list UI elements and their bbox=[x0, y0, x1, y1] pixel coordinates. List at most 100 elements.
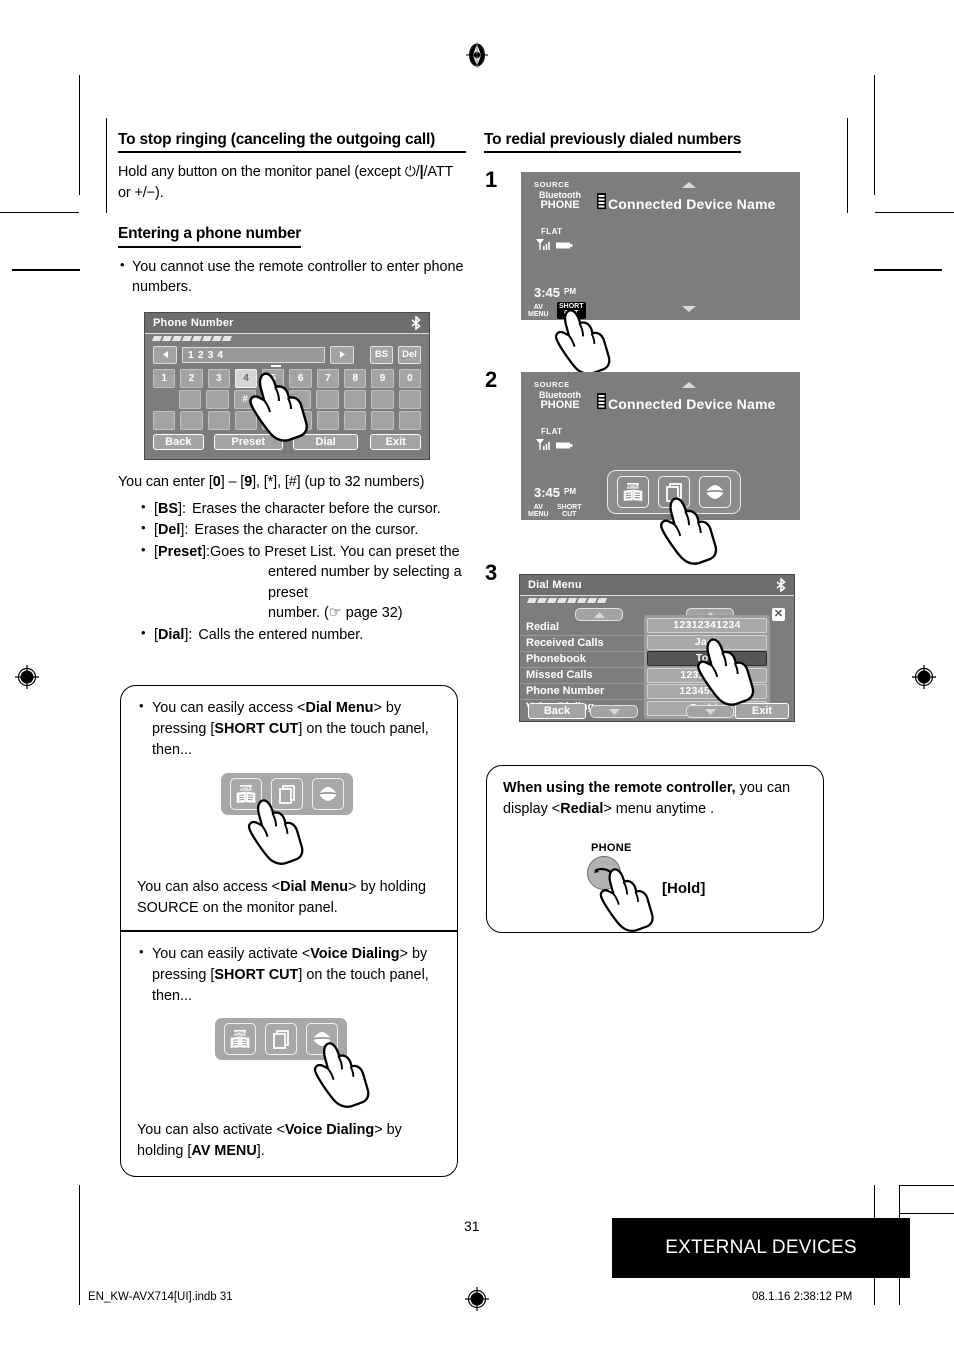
screen-header: Dial Menu bbox=[520, 575, 794, 596]
print-timestamp-meta: 08.1.16 2:38:12 PM bbox=[752, 1291, 853, 1303]
av-menu-button[interactable]: AV MENU bbox=[528, 304, 549, 319]
key-blank[interactable] bbox=[398, 410, 421, 430]
phone-number-screen: Phone Number 1 2 3 4 BS Del 1 2 3 4 5 6 … bbox=[144, 311, 430, 460]
clock-ampm: PM bbox=[564, 487, 577, 496]
note-box-divider bbox=[121, 930, 457, 932]
shortcut-bar-voice-wrapper: MENU bbox=[215, 1018, 370, 1109]
key-hash[interactable]: # bbox=[233, 389, 257, 409]
menu-book-icon[interactable]: MENU bbox=[224, 1023, 256, 1056]
close-icon[interactable]: ✕ bbox=[772, 608, 785, 621]
key-9[interactable]: 9 bbox=[371, 368, 394, 388]
lips-voice-icon[interactable] bbox=[699, 476, 731, 508]
av-menu-button[interactable]: AV MENU bbox=[528, 504, 549, 519]
lips-voice-icon[interactable] bbox=[306, 1023, 338, 1056]
exit-button[interactable]: Exit bbox=[735, 703, 789, 719]
stop-ringing-body: Hold any button on the monitor panel (ex… bbox=[118, 163, 453, 201]
source-name: Bluetooth PHONE bbox=[530, 191, 590, 212]
key-0[interactable]: 0 bbox=[398, 368, 421, 388]
def-desc-cont1: entered number by selecting a preset bbox=[268, 564, 462, 601]
remote-phone-button-group: PHONE bbox=[587, 842, 632, 890]
key-blank[interactable] bbox=[153, 410, 176, 430]
svg-text:MENU: MENU bbox=[234, 1031, 247, 1036]
screen-title: Dial Menu bbox=[528, 579, 582, 591]
copy-pages-icon[interactable] bbox=[658, 476, 690, 508]
key-7[interactable]: 7 bbox=[316, 368, 340, 388]
chapter-banner: EXTERNAL DEVICES bbox=[612, 1218, 910, 1278]
key-blank[interactable] bbox=[371, 389, 394, 409]
lips-voice-icon[interactable] bbox=[312, 777, 344, 810]
menu-scroll-down-button[interactable] bbox=[590, 705, 638, 718]
source-label: SOURCE bbox=[534, 380, 570, 389]
key-4[interactable]: 4 bbox=[234, 368, 258, 388]
key-blank[interactable] bbox=[207, 410, 230, 430]
short-cut-button[interactable]: SHORT CUT bbox=[557, 302, 586, 319]
short-cut-button[interactable]: SHORT CUT bbox=[557, 504, 582, 519]
redial-entry-2[interactable]: Jack bbox=[647, 634, 767, 650]
entered-number-field[interactable]: 1 2 3 4 bbox=[182, 346, 325, 363]
key-blank[interactable] bbox=[288, 389, 312, 409]
def-term: [Del]: bbox=[154, 522, 189, 539]
copy-pages-icon[interactable] bbox=[271, 777, 303, 810]
remote-phone-button[interactable] bbox=[587, 856, 621, 890]
key-blank[interactable] bbox=[180, 410, 203, 430]
preset-button[interactable]: Preset bbox=[213, 433, 283, 450]
key-8[interactable]: 8 bbox=[344, 368, 367, 388]
key-blank[interactable] bbox=[371, 410, 394, 430]
battery-icon bbox=[556, 242, 573, 248]
key-2[interactable]: 2 bbox=[180, 368, 203, 388]
def-term: [Dial]: bbox=[154, 626, 193, 643]
def-preset: [Preset]:Goes to Preset List. You can pr… bbox=[140, 541, 466, 624]
flat-label: FLAT bbox=[541, 427, 563, 436]
voice-dialing-bullet: You can easily activate <Voice Dialing> … bbox=[137, 943, 441, 1007]
key-blank[interactable] bbox=[179, 389, 202, 409]
redial-entry-1[interactable]: 12312341234 bbox=[647, 618, 767, 633]
keypad-intro-text: You can enter [0] – [9], [*], [#] (up to… bbox=[118, 473, 425, 490]
bs-button[interactable]: BS bbox=[370, 345, 393, 364]
copy-pages-icon[interactable] bbox=[265, 1023, 297, 1056]
key-blank[interactable] bbox=[206, 389, 229, 409]
remote-controller-text: When using the remote controller, you ca… bbox=[503, 780, 791, 817]
key-1[interactable]: 1 bbox=[153, 368, 176, 388]
key-blank[interactable] bbox=[289, 410, 312, 430]
cursor-left-button[interactable] bbox=[153, 345, 177, 364]
key-5[interactable]: 5 bbox=[262, 368, 285, 388]
key-6[interactable]: 6 bbox=[289, 368, 312, 388]
left-column: To stop ringing (canceling the outgoing … bbox=[118, 130, 466, 646]
redial-entry-5[interactable]: 123456789 bbox=[647, 684, 767, 699]
registration-mark-left bbox=[14, 664, 40, 690]
cursor-right-button[interactable] bbox=[330, 345, 354, 364]
key-blank[interactable] bbox=[344, 410, 367, 430]
key-blank[interactable] bbox=[398, 389, 421, 409]
def-bs: [BS]: Erases the character before the cu… bbox=[140, 498, 466, 519]
key-blank[interactable] bbox=[316, 410, 340, 430]
redial-entry-3[interactable]: Tom bbox=[647, 651, 767, 666]
back-button[interactable]: Back bbox=[528, 703, 586, 719]
key-star[interactable]: * bbox=[262, 410, 285, 430]
key-3[interactable]: 3 bbox=[207, 368, 230, 388]
source-name: Bluetooth PHONE bbox=[530, 391, 590, 412]
short-cut-term: SHORT CUT bbox=[214, 720, 299, 737]
key-blank[interactable] bbox=[343, 389, 367, 409]
exit-button[interactable]: Exit bbox=[370, 433, 422, 450]
phone-label: PHONE bbox=[540, 199, 580, 211]
scroll-up-icon[interactable] bbox=[682, 382, 696, 388]
def-desc-cont2: number. (☞ page 32) bbox=[268, 605, 403, 622]
back-button[interactable]: Back bbox=[153, 433, 204, 450]
number-entry-row: 1 2 3 4 BS Del bbox=[153, 345, 421, 364]
dial-button[interactable]: Dial bbox=[292, 433, 359, 450]
crop-mark-tr-h bbox=[875, 212, 954, 214]
key-blank[interactable] bbox=[261, 389, 284, 409]
menu-book-icon[interactable]: MENU bbox=[617, 476, 649, 508]
def-del: [Del]: Erases the character on the curso… bbox=[140, 519, 466, 540]
screen-header: Phone Number bbox=[145, 312, 429, 334]
redial-entry-4[interactable]: 123111122 bbox=[647, 667, 767, 683]
menu-book-icon[interactable]: MENU bbox=[230, 777, 262, 810]
key-blank[interactable] bbox=[316, 389, 339, 409]
scroll-up-icon[interactable] bbox=[682, 182, 696, 188]
key-blank[interactable] bbox=[234, 410, 258, 430]
list-scroll-down-button[interactable] bbox=[686, 705, 734, 718]
def-desc: Goes to Preset List. You can preset the bbox=[210, 543, 460, 560]
right-column: To redial previously dialed numbers bbox=[484, 130, 832, 162]
scroll-down-icon[interactable] bbox=[682, 306, 696, 312]
del-button[interactable]: Del bbox=[398, 345, 421, 364]
